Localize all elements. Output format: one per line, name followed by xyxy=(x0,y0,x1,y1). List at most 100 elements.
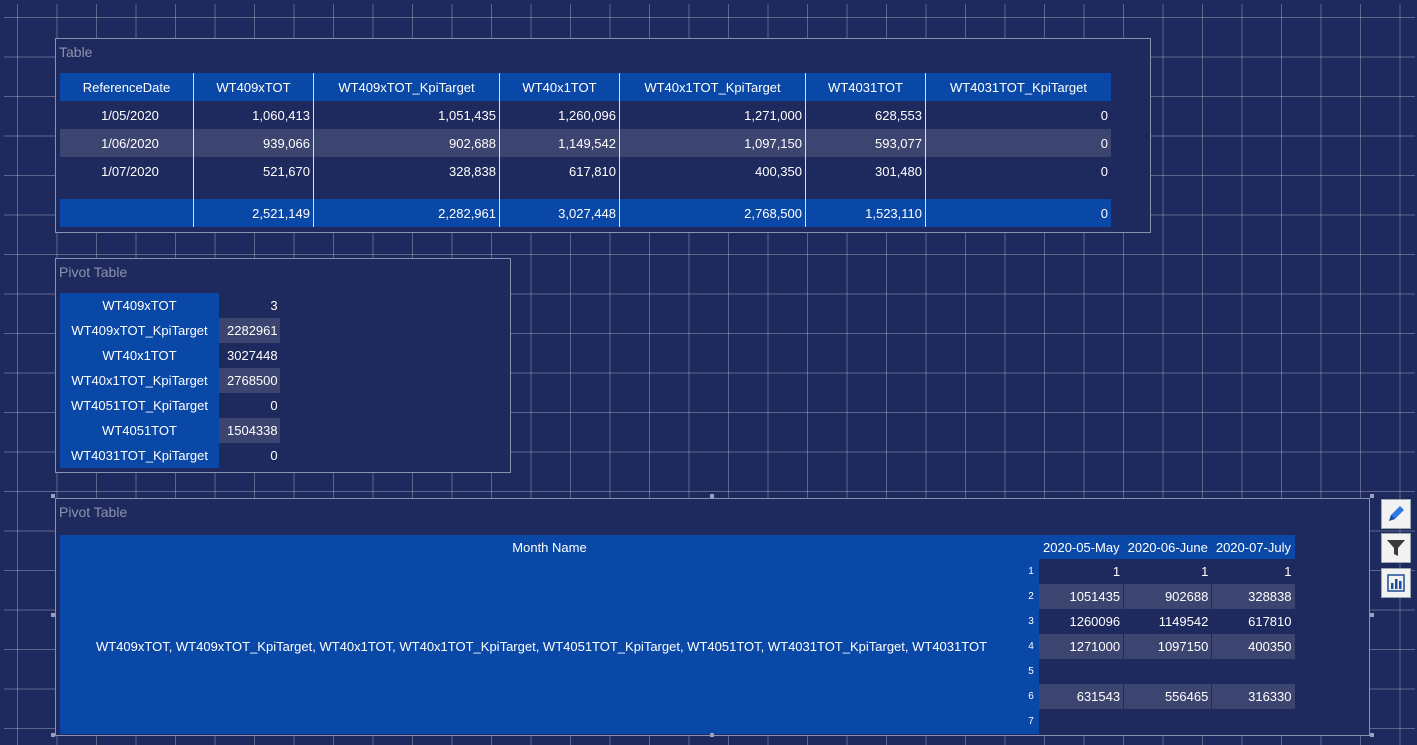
pivot-key: WT4031TOT_KpiTarget xyxy=(60,443,219,468)
cell: 1,051,435 xyxy=(313,101,500,129)
pivot-table: WT409xTOT 3 WT409xTOT_KpiTarget 2282961 WT… xyxy=(60,293,280,468)
chart-icon xyxy=(1387,574,1405,592)
table-row[interactable]: 1/06/2020 939,066 902,688 1,149,542 1,09… xyxy=(60,129,1111,157)
row-index: 3 xyxy=(1023,609,1039,634)
cell: 1149542 xyxy=(1123,609,1213,634)
column-header[interactable]: WT409xTOT_KpiTarget xyxy=(313,73,500,101)
row-index: 5 xyxy=(1023,659,1039,684)
row-label: WT409xTOT, WT409xTOT_KpiTarget, WT40x1TO… xyxy=(60,559,1023,734)
resize-handle[interactable] xyxy=(51,733,55,737)
pivot-value: 0 xyxy=(270,448,278,463)
cell: 521,670 xyxy=(193,157,314,185)
pivot-row[interactable]: WT4051TOT 1504338 xyxy=(60,418,280,443)
pivot-row[interactable]: WT4051TOT_KpiTarget 0 xyxy=(60,393,280,418)
cell: 1/07/2020 xyxy=(60,157,194,185)
pivot-table-widget[interactable]: Pivot Table WT409xTOT 3 WT409xTOT_KpiTarg… xyxy=(55,258,511,473)
cell: 617810 xyxy=(1211,609,1296,634)
spacer-row xyxy=(60,185,1111,199)
pivot-value: 2282961 xyxy=(219,318,280,343)
column-header[interactable]: WT409xTOT xyxy=(193,73,314,101)
resize-handle[interactable] xyxy=(710,494,714,498)
resize-handle[interactable] xyxy=(1370,733,1374,737)
cell xyxy=(1039,659,1125,684)
cell: 1 xyxy=(1211,559,1296,584)
total-cell: 2,768,500 xyxy=(619,199,806,227)
pivot-value: 3027448 xyxy=(227,348,278,363)
column-header[interactable]: 2020-07-July xyxy=(1211,535,1295,559)
column-header[interactable]: 2020-05-May xyxy=(1039,535,1124,559)
cell: 1,097,150 xyxy=(619,129,806,157)
cell: 316330 xyxy=(1211,684,1296,709)
edit-button[interactable] xyxy=(1381,499,1411,529)
pivot-row[interactable]: WT409xTOT_KpiTarget 2282961 xyxy=(60,318,280,343)
cell xyxy=(1211,659,1296,684)
total-cell: 1,523,110 xyxy=(805,199,926,227)
resize-handle[interactable] xyxy=(1370,494,1374,498)
pivot-row[interactable]: WT4031TOT_KpiTarget 0 xyxy=(60,443,280,468)
cell: 593,077 xyxy=(805,129,926,157)
column-header[interactable]: WT40x1TOT xyxy=(499,73,620,101)
pivot-table: Month Name 2020-05-May 2020-06-June 2020… xyxy=(60,535,1296,734)
table-row[interactable]: 1/07/2020 521,670 328,838 617,810 400,35… xyxy=(60,157,1111,185)
resize-handle[interactable] xyxy=(710,733,714,737)
resize-handle[interactable] xyxy=(51,494,55,498)
row-header[interactable]: Month Name xyxy=(60,535,1039,559)
total-cell: 0 xyxy=(925,199,1111,227)
pencil-icon xyxy=(1389,506,1404,521)
cell: 400,350 xyxy=(619,157,806,185)
pivot-value: 0 xyxy=(270,398,278,413)
pivot-row[interactable]: WT40x1TOT 3027448 xyxy=(60,343,280,368)
resize-handle[interactable] xyxy=(1370,613,1374,617)
table-row[interactable]: 1/05/2020 1,060,413 1,051,435 1,260,096 … xyxy=(60,101,1111,129)
cell: 617,810 xyxy=(499,157,620,185)
cell xyxy=(1211,709,1296,734)
row-index: 6 xyxy=(1023,684,1039,709)
column-header[interactable]: ReferenceDate xyxy=(60,73,194,101)
column-header[interactable]: WT4031TOT_KpiTarget xyxy=(925,73,1111,101)
chart-button[interactable] xyxy=(1381,568,1411,598)
column-header[interactable]: WT4031TOT xyxy=(805,73,926,101)
row-index: 4 xyxy=(1023,634,1039,659)
row-index: 7 xyxy=(1023,709,1039,734)
cell: 1 xyxy=(1123,559,1213,584)
cell: 400350 xyxy=(1211,634,1296,659)
cell: 902,688 xyxy=(313,129,500,157)
pivot-key: WT40x1TOT_KpiTarget xyxy=(60,368,219,393)
pivot-key: WT4051TOT xyxy=(60,418,219,443)
cell: 1/05/2020 xyxy=(60,101,194,129)
cell: 301,480 xyxy=(805,157,926,185)
resize-handle[interactable] xyxy=(51,613,55,617)
cell xyxy=(1039,709,1125,734)
pivot-row[interactable]: WT409xTOT 3 xyxy=(60,293,280,318)
pivot-key: WT409xTOT xyxy=(60,293,219,318)
column-header[interactable]: WT40x1TOT_KpiTarget xyxy=(619,73,806,101)
cell: 1/06/2020 xyxy=(60,129,194,157)
cell: 1,060,413 xyxy=(193,101,314,129)
cell: 1051435 xyxy=(1039,584,1125,609)
totals-row: 2,521,149 2,282,961 3,027,448 2,768,500 … xyxy=(60,199,1111,227)
total-cell: 2,521,149 xyxy=(193,199,314,227)
column-header[interactable]: 2020-06-June xyxy=(1123,535,1212,559)
pivot-key: WT409xTOT_KpiTarget xyxy=(60,318,219,343)
cell: 1,260,096 xyxy=(499,101,620,129)
table-widget[interactable]: Table ReferenceDate WT409xTOT WT409xTOT_… xyxy=(55,38,1151,233)
filter-icon xyxy=(1387,540,1405,556)
cell: 328,838 xyxy=(313,157,500,185)
cell: 328838 xyxy=(1211,584,1296,609)
cell: 1097150 xyxy=(1123,634,1213,659)
table-widget-title: Table xyxy=(59,44,93,60)
pivot-row[interactable]: WT40x1TOT_KpiTarget 2768500 xyxy=(60,368,280,393)
cell: 939,066 xyxy=(193,129,314,157)
cell: 631543 xyxy=(1039,684,1125,709)
pivot-row[interactable]: WT409xTOT, WT409xTOT_KpiTarget, WT40x1TO… xyxy=(60,559,1296,734)
pivot-value: 2768500 xyxy=(219,368,280,393)
cell xyxy=(1123,709,1213,734)
cell: 0 xyxy=(1100,107,1108,123)
total-cell: 3,027,448 xyxy=(499,199,620,227)
pivot-table-widget-selected[interactable]: Pivot Table Month Name 2020-05-May 2020-… xyxy=(55,498,1370,736)
cell xyxy=(1123,659,1213,684)
filter-button[interactable] xyxy=(1381,533,1411,563)
row-index: 1 xyxy=(1023,559,1039,584)
cell: 1260096 xyxy=(1039,609,1125,634)
cell: 1,149,542 xyxy=(499,129,620,157)
